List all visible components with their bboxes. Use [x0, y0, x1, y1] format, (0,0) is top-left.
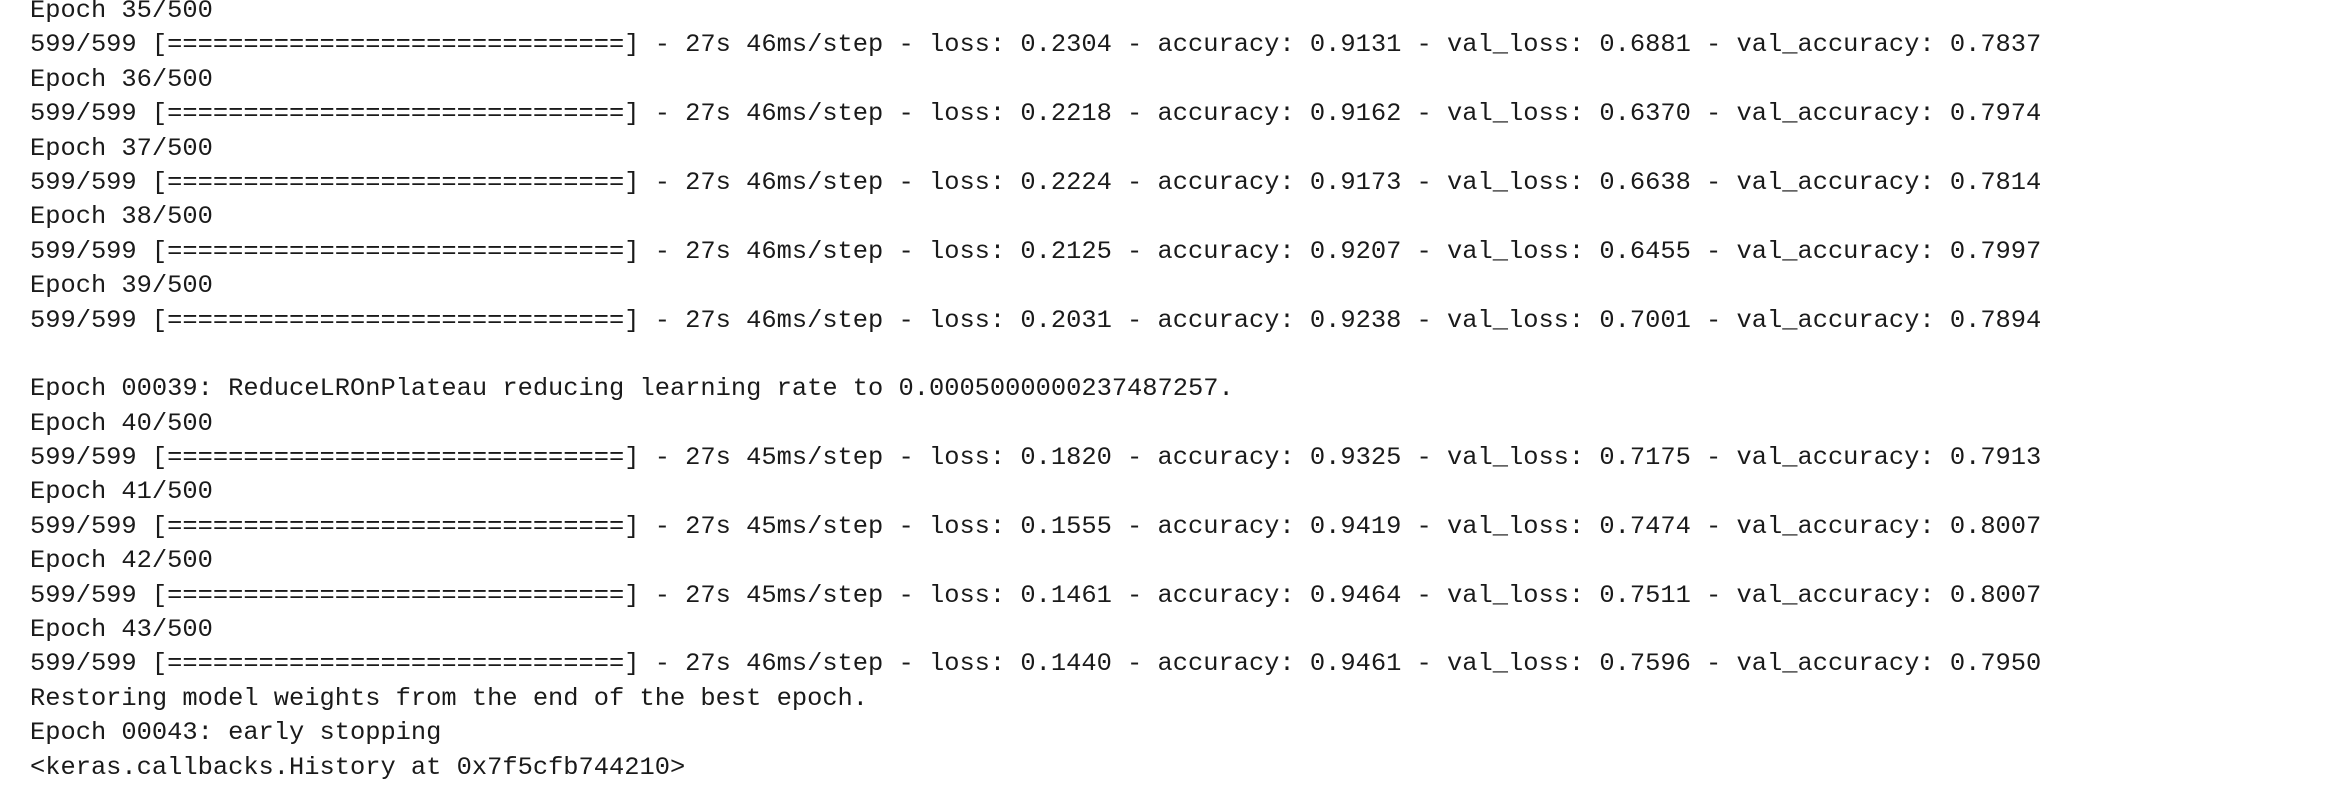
progress-line: 599/599 [==============================]…: [30, 236, 2042, 266]
history-repr: <keras.callbacks.History at 0x7f5cfb7442…: [30, 752, 686, 782]
progress-line: 599/599 [==============================]…: [30, 167, 2042, 197]
epoch-header: Epoch 42/500: [30, 546, 213, 576]
progress-line: 599/599 [==============================]…: [30, 99, 2042, 129]
epoch-header: Epoch 37/500: [30, 133, 213, 163]
epoch-header: Epoch 41/500: [30, 477, 213, 507]
lr-reduction-message: Epoch 00039: ReduceLROnPlateau reducing …: [30, 374, 1234, 404]
progress-line: 599/599 [==============================]…: [30, 511, 2042, 541]
progress-line: 599/599 [==============================]…: [30, 443, 2042, 473]
progress-line: 599/599 [==============================]…: [30, 649, 2042, 679]
epoch-header: Epoch 36/500: [30, 64, 213, 94]
progress-line: 599/599 [==============================]…: [30, 580, 2042, 610]
epoch-header: Epoch 43/500: [30, 615, 213, 645]
epoch-header: Epoch 40/500: [30, 408, 213, 438]
progress-line: 599/599 [==============================]…: [30, 30, 2042, 60]
epoch-header: Epoch 38/500: [30, 202, 213, 232]
training-log-output: Epoch 35/500 599/599 [===================…: [30, 0, 2041, 785]
epoch-header: Epoch 39/500: [30, 271, 213, 301]
restore-weights-message: Restoring model weights from the end of …: [30, 683, 869, 713]
progress-line: 599/599 [==============================]…: [30, 305, 2042, 335]
epoch-header: Epoch 35/500: [30, 0, 213, 25]
early-stopping-message: Epoch 00043: early stopping: [30, 718, 442, 748]
